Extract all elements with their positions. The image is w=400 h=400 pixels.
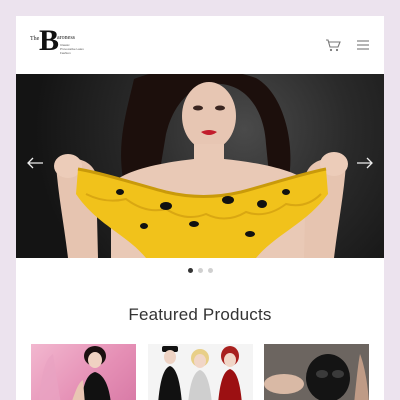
product-card[interactable] — [148, 344, 253, 400]
page-frame: The B aroness Classic Provocative Latex … — [16, 16, 384, 400]
slider-dot-2[interactable] — [197, 268, 203, 273]
slider-prev-button[interactable] — [24, 152, 46, 174]
logo-prefix: The — [30, 36, 40, 42]
arrow-right-icon — [357, 157, 373, 169]
shopping-cart-icon — [326, 39, 341, 52]
hamburger-menu-icon — [357, 40, 369, 50]
product-image — [39, 346, 111, 400]
site-header: The B aroness Classic Provocative Latex … — [16, 16, 384, 74]
featured-products-grid — [31, 344, 369, 400]
slider-next-button[interactable] — [354, 152, 376, 174]
product-image — [264, 354, 369, 400]
hero-slider[interactable] — [16, 74, 384, 258]
slider-dot-3[interactable] — [207, 268, 213, 273]
product-card[interactable] — [264, 344, 369, 400]
arrow-left-icon — [27, 157, 43, 169]
slider-dots — [16, 268, 384, 276]
brand-logo[interactable]: The B aroness Classic Provocative Latex … — [30, 24, 84, 62]
product-image — [158, 346, 242, 400]
product-card[interactable] — [31, 344, 136, 400]
slider-dot-1[interactable] — [187, 268, 193, 273]
cart-button[interactable] — [325, 38, 341, 52]
menu-button[interactable] — [356, 38, 370, 52]
logo-rest: aroness — [57, 35, 75, 41]
logo-initial: B — [39, 24, 60, 57]
featured-products-heading: Featured Products — [128, 305, 272, 324]
logo-tagline: Classic Provocative Latex Fashion — [60, 43, 84, 55]
hero-slide-image — [54, 74, 348, 258]
